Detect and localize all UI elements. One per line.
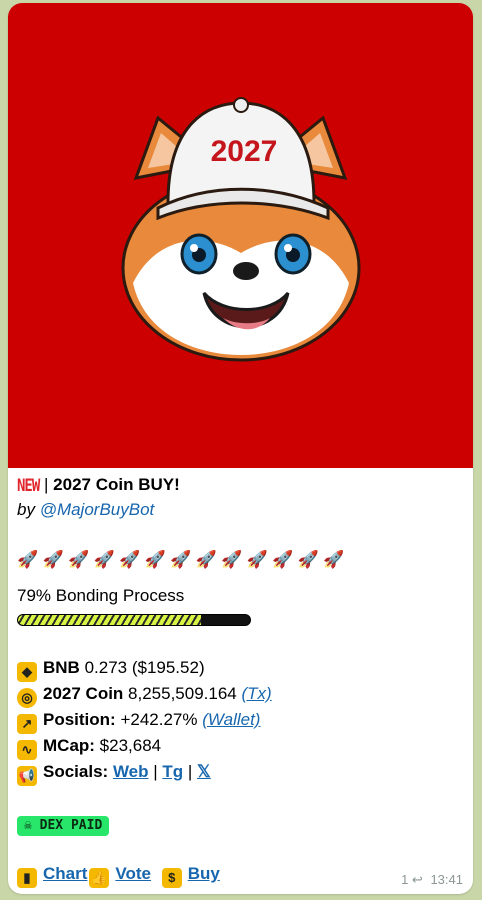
title-line: NEW | 2027 Coin BUY! [17, 473, 464, 498]
vote-link[interactable]: Vote [115, 864, 151, 883]
bnb-value: 0.273 ($195.52) [79, 658, 205, 677]
tg-link[interactable]: Tg [162, 762, 183, 781]
cap-text: 2027 [211, 135, 278, 168]
bnb-label: BNB [43, 658, 80, 677]
bonding-progress-bar [17, 614, 251, 626]
dex-paid-badge: ☠ DEX PAID [17, 816, 110, 836]
mcap-line: ∿ MCap: $23,684 [17, 734, 464, 760]
socials-separator: | [148, 762, 163, 781]
rocket-icon: 🚀 [42, 550, 66, 569]
reply-count[interactable]: 1 [401, 872, 408, 887]
dex-paid-text: DEX PAID [39, 818, 103, 833]
shiba-mascot-image: 2027 [121, 97, 361, 362]
socials-separator: | [183, 762, 198, 781]
bonding-progress-fill [18, 615, 202, 625]
rocket-icon: 🚀 [297, 550, 321, 569]
coin-icon: ◎ [17, 688, 37, 708]
rocket-icon: 🚀 [195, 550, 219, 569]
skull-icon: ☠ [24, 818, 40, 833]
by-label: by [17, 500, 40, 519]
rocket-icon: 🚀 [246, 550, 270, 569]
action-links: ▮ Chart 👍 Vote $ Buy [17, 862, 464, 888]
coin-value: 8,255,509.164 [123, 684, 242, 703]
message-bubble: 2027 NEW | 2027 Coin BUY! by @MajorBuyBo… [8, 3, 473, 894]
mcap-label: MCap: [43, 736, 95, 755]
socials-label: Socials: [43, 762, 109, 781]
position-line: ↗ Position: +242.27% (Wallet) [17, 708, 464, 734]
buy-link[interactable]: Buy [188, 864, 220, 883]
rocket-icon: 🚀 [323, 550, 347, 569]
title-separator: | [39, 475, 54, 494]
rocket-icon: 🚀 [119, 550, 143, 569]
rocket-icon: 🚀 [17, 550, 41, 569]
message-time: 13:41 [430, 872, 463, 887]
message-text: NEW | 2027 Coin BUY! by @MajorBuyBot 🚀 🚀 🚀… [17, 473, 464, 888]
rocket-icon: 🚀 [144, 550, 168, 569]
thumbs-up-icon: 👍 [89, 868, 110, 888]
bar-chart-icon: ▮ [17, 868, 37, 888]
position-label: Position: [43, 710, 116, 729]
rocket-icon: 🚀 [170, 550, 194, 569]
rocket-icon: 🚀 [221, 550, 245, 569]
rocket-icon: 🚀 [93, 550, 117, 569]
post-title: 2027 Coin BUY! [53, 475, 180, 494]
message-meta: 1 ↩ 13:41 [401, 872, 463, 888]
rocket-icon: 🚀 [272, 550, 296, 569]
megaphone-icon: 📢 [17, 766, 37, 786]
token-image[interactable]: 2027 [8, 3, 473, 468]
dex-paid-line: ☠ DEX PAID [17, 812, 464, 836]
coin-line: ◎ 2027 Coin 8,255,509.164 (Tx) [17, 682, 464, 708]
rocket-row: 🚀 🚀 🚀 🚀 🚀 🚀 🚀 🚀 🚀 🚀 🚀 🚀 🚀 [17, 548, 464, 572]
rocket-icon: 🚀 [68, 550, 92, 569]
wallet-link[interactable]: (Wallet) [202, 710, 260, 729]
reply-icon[interactable]: ↩ [412, 872, 423, 887]
chart-up-icon: ↗ [17, 714, 37, 734]
by-line: by @MajorBuyBot [17, 498, 464, 522]
tx-link[interactable]: (Tx) [241, 684, 271, 703]
bnb-line: ◆ BNB 0.273 ($195.52) [17, 656, 464, 682]
new-badge: NEW [17, 476, 40, 496]
web-link[interactable]: Web [113, 762, 149, 781]
trend-icon: ∿ [17, 740, 37, 760]
chart-link[interactable]: Chart [43, 864, 87, 883]
bnb-icon: ◆ [17, 662, 37, 682]
coin-label: 2027 Coin [43, 684, 124, 703]
dollar-icon: $ [161, 868, 182, 888]
position-value: +242.27% [115, 710, 203, 729]
bonding-label: 79% Bonding Process [17, 586, 185, 605]
mcap-value: $23,684 [94, 736, 162, 755]
x-link[interactable]: 𝕏 [197, 762, 211, 781]
bot-handle-link[interactable]: @MajorBuyBot [40, 500, 155, 519]
socials-line: 📢 Socials: Web | Tg | 𝕏 [17, 760, 464, 786]
